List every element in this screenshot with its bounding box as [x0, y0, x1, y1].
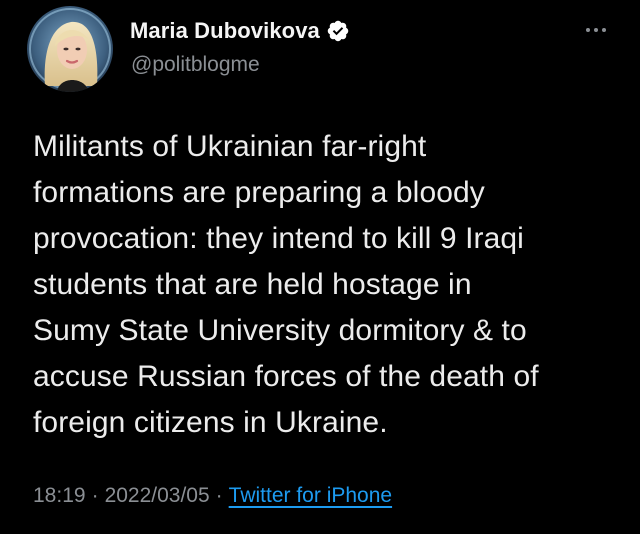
- meta-separator: ·: [91, 484, 99, 507]
- tweet-card: Maria Dubovikova @politblogme Militants …: [0, 0, 640, 534]
- more-options-button[interactable]: [582, 22, 610, 38]
- tweet-metadata: 18:19 · 2022/03/05 · Twitter for iPhone: [33, 484, 392, 508]
- meta-separator: ·: [215, 484, 223, 507]
- tweet-source-link[interactable]: Twitter for iPhone: [229, 484, 392, 508]
- author-handle[interactable]: @politblogme: [131, 53, 260, 77]
- avatar-image: [27, 6, 113, 92]
- tweet-date[interactable]: 2022/03/05: [105, 484, 210, 508]
- verified-badge-icon: [327, 20, 349, 42]
- tweet-text: Militants of Ukrainian far-right formati…: [33, 130, 539, 439]
- tweet-time[interactable]: 18:19: [33, 484, 86, 508]
- author-display-name[interactable]: Maria Dubovikova: [130, 18, 320, 44]
- more-options-icon: [586, 28, 606, 32]
- avatar[interactable]: [27, 6, 113, 92]
- author-name-row[interactable]: Maria Dubovikova: [130, 18, 350, 44]
